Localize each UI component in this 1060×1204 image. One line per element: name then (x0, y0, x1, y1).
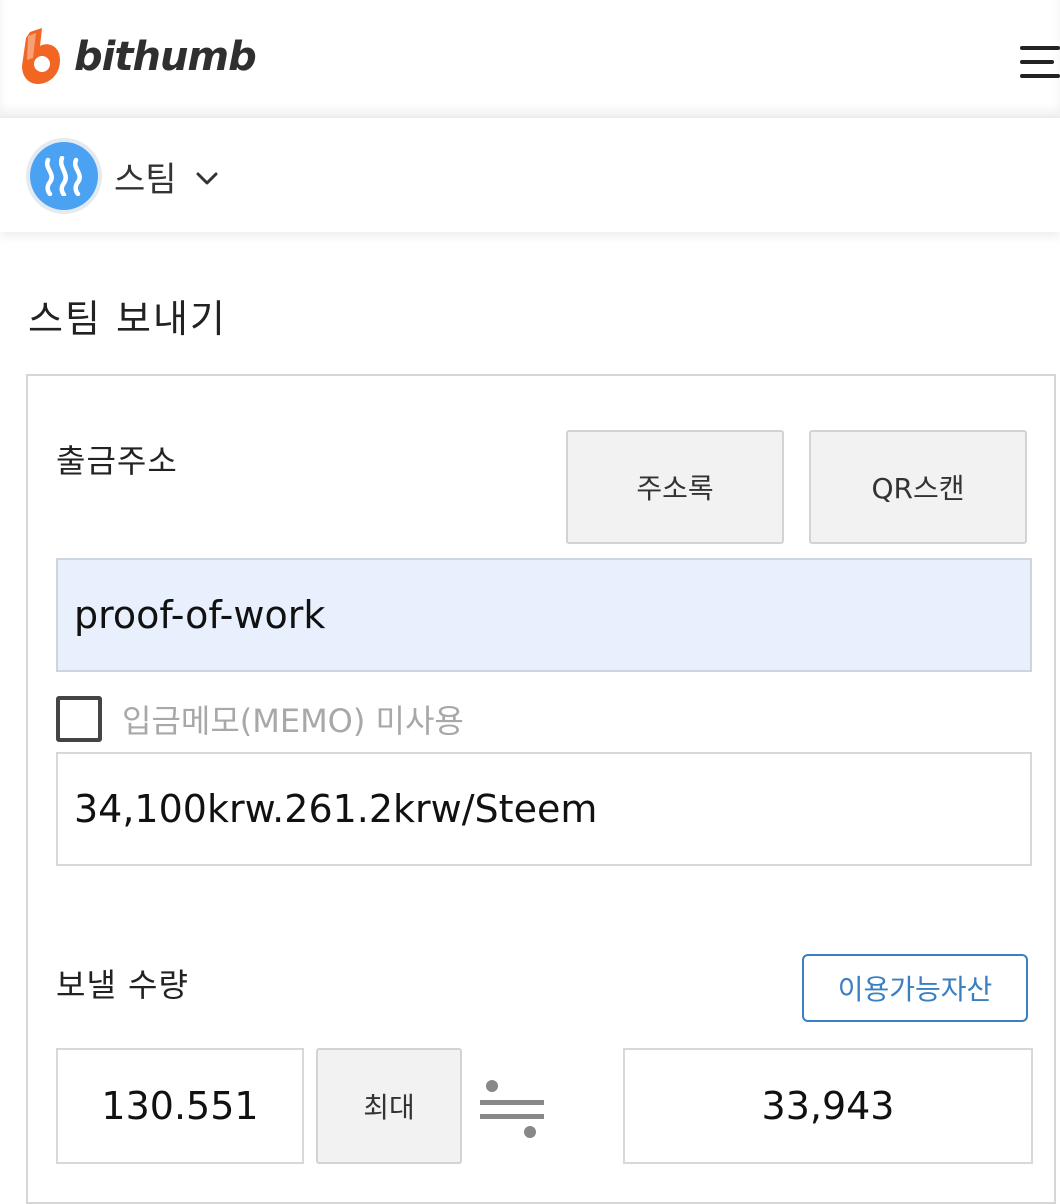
address-field-container (56, 558, 1032, 672)
memo-input[interactable] (58, 787, 1030, 831)
memo-checkbox-row: 입금메모(MEMO) 미사용 (56, 696, 464, 742)
chevron-down-icon (196, 172, 218, 185)
address-book-button[interactable]: 주소록 (566, 430, 784, 544)
address-input[interactable] (58, 593, 1030, 637)
memo-unused-checkbox[interactable] (56, 696, 102, 742)
approximately-equal-icon (480, 1080, 544, 1138)
bithumb-logo[interactable]: bithumb (20, 28, 257, 86)
memo-field-container (56, 752, 1032, 866)
available-assets-button[interactable]: 이용가능자산 (802, 954, 1028, 1022)
bithumb-logo-icon (22, 28, 60, 84)
qr-scan-button[interactable]: QR스캔 (809, 430, 1027, 544)
converted-value: 33,943 (761, 1084, 895, 1128)
amount-label: 보낼 수량 (56, 966, 189, 1004)
page-title: 스팀 보내기 (28, 297, 227, 341)
hamburger-menu-icon[interactable] (1018, 42, 1060, 82)
coin-bar: 스팀 (0, 120, 1060, 232)
amount-field-container (56, 1048, 304, 1164)
converted-value-field: 33,943 (623, 1048, 1033, 1164)
address-label: 출금주소 (56, 442, 178, 480)
max-button[interactable]: 최대 (316, 1048, 462, 1164)
steem-coin-icon (26, 138, 102, 214)
memo-checkbox-label: 입금메모(MEMO) 미사용 (122, 702, 464, 740)
coin-name: 스팀 (114, 159, 177, 200)
top-bar: bithumb (0, 0, 1060, 118)
coin-selector[interactable]: 스팀 (26, 136, 219, 216)
brand-name: bithumb (74, 34, 257, 80)
amount-input[interactable] (58, 1084, 302, 1128)
